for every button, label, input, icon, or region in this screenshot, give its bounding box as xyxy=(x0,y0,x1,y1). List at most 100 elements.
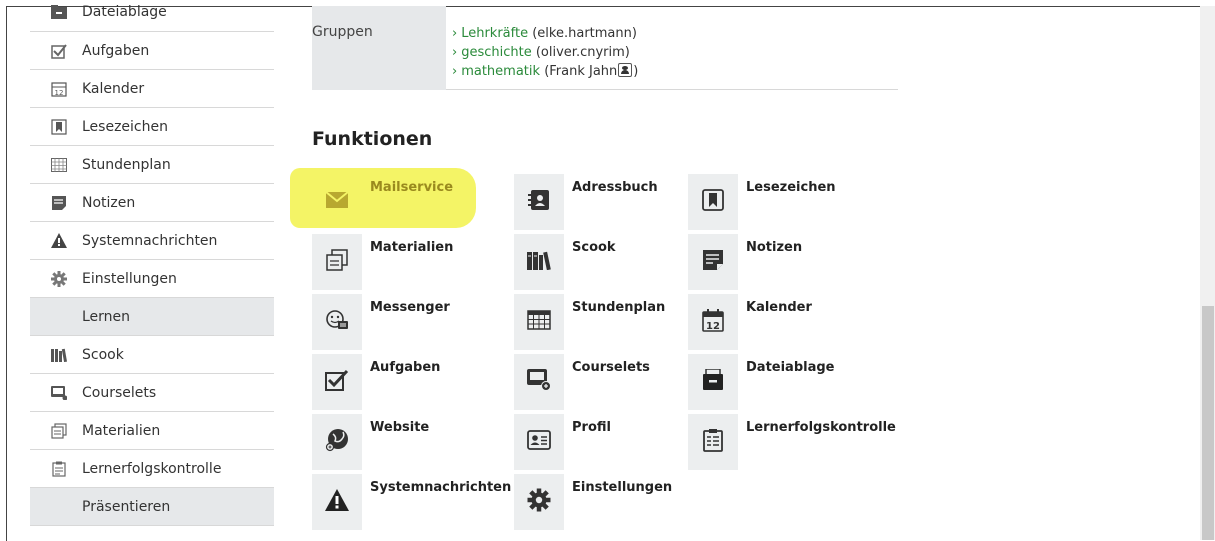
function-kalender[interactable]: 12 Kalender xyxy=(688,294,888,350)
group-entry: › geschichte (oliver.cnyrim) xyxy=(452,43,898,62)
function-label: Scook xyxy=(572,240,616,255)
chevron-right-icon: › xyxy=(452,26,458,41)
function-mailservice[interactable]: Mailservice xyxy=(312,174,512,230)
sidebar-item-aufgaben[interactable]: Aufgaben xyxy=(30,32,274,70)
sidebar-item-label: Dateiablage xyxy=(82,3,167,20)
svg-text:12: 12 xyxy=(706,321,720,332)
function-lernerfolgskontrolle[interactable]: Lernerfolgskontrolle xyxy=(688,414,896,470)
function-icon-box xyxy=(312,414,362,470)
note-icon xyxy=(50,194,68,212)
function-label: Mailservice xyxy=(370,180,454,195)
group-entry: › Lehrkräfte (elke.hartmann) xyxy=(452,24,898,43)
function-label: Profil xyxy=(572,420,611,435)
function-icon-box xyxy=(688,234,738,290)
folder-icon xyxy=(50,3,68,21)
bookmark-icon xyxy=(50,118,68,136)
materials-icon xyxy=(326,249,348,275)
sidebar-item-dateiablage[interactable]: Dateiablage xyxy=(30,0,274,32)
group-owner: (Frank Jahn xyxy=(544,64,618,79)
group-link-lehrkraefte[interactable]: Lehrkräfte xyxy=(461,26,528,41)
function-label: Materialien xyxy=(370,240,454,255)
function-icon-box xyxy=(514,174,564,230)
function-label: Aufgaben xyxy=(370,360,441,375)
function-icon-box xyxy=(514,414,564,470)
messenger-icon xyxy=(325,309,349,335)
function-notizen[interactable]: Notizen xyxy=(688,234,888,290)
sidebar-nav: Dateiablage Aufgaben 12 Kalender Lesezei… xyxy=(30,0,274,526)
groups-panel: Gruppen › Lehrkräfte (elke.hartmann) › ges… xyxy=(312,6,898,90)
group-owner: (elke.hartmann) xyxy=(532,26,637,41)
folder-icon xyxy=(702,368,724,395)
function-label: Adressbuch xyxy=(572,180,658,195)
sidebar-item-courselets[interactable]: Courselets xyxy=(30,374,274,412)
sidebar-section-lernen[interactable]: Lernen xyxy=(30,298,274,336)
sidebar-item-label: Kalender xyxy=(82,80,145,97)
sidebar-item-systemnachrichten[interactable]: Systemnachrichten xyxy=(30,222,274,260)
function-aufgaben[interactable]: Aufgaben xyxy=(312,354,512,410)
function-label: Systemnachrichten xyxy=(370,480,512,495)
sidebar-item-stundenplan[interactable]: Stundenplan xyxy=(30,146,274,184)
sidebar-item-label: Lesezeichen xyxy=(82,118,168,135)
user-card-icon xyxy=(618,63,633,77)
sidebar-item-label: Scook xyxy=(82,346,124,363)
gear-icon xyxy=(50,270,68,288)
function-icon-box xyxy=(514,294,564,350)
sidebar-item-materialien[interactable]: Materialien xyxy=(30,412,274,450)
sidebar-item-label: Stundenplan xyxy=(82,156,171,173)
function-icon-box xyxy=(514,354,564,410)
group-link-geschichte[interactable]: geschichte xyxy=(461,45,532,60)
sidebar-item-lesezeichen[interactable]: Lesezeichen xyxy=(30,108,274,146)
calendar-icon: 12 xyxy=(50,80,68,98)
scrollbar-thumb[interactable] xyxy=(1202,306,1214,540)
function-icon-box xyxy=(312,294,362,350)
function-label: Dateiablage xyxy=(746,360,835,375)
sidebar-section-label: Präsentieren xyxy=(82,498,171,515)
sidebar-item-einstellungen[interactable]: Einstellungen xyxy=(30,260,274,298)
sidebar-item-label: Materialien xyxy=(82,422,161,439)
warning-icon xyxy=(325,489,349,515)
profile-card-icon xyxy=(527,430,551,454)
sidebar-item-notizen[interactable]: Notizen xyxy=(30,184,274,222)
function-label: Kalender xyxy=(746,300,812,315)
function-dateiablage[interactable]: Dateiablage xyxy=(688,354,888,410)
materials-icon xyxy=(50,422,68,440)
sidebar-item-lernerfolgskontrolle[interactable]: Lernerfolgskontrolle xyxy=(30,450,274,488)
sidebar-item-label: Courselets xyxy=(82,384,157,401)
note-icon xyxy=(702,249,724,275)
group-owner-close: ) xyxy=(633,64,639,79)
function-scook[interactable]: Scook xyxy=(514,234,714,290)
checkbox-icon xyxy=(325,369,349,395)
globe-icon xyxy=(325,428,349,456)
sidebar-item-label: Aufgaben xyxy=(82,42,150,59)
function-materialien[interactable]: Materialien xyxy=(312,234,512,290)
checkbox-icon xyxy=(50,42,68,60)
function-messenger[interactable]: Messenger xyxy=(312,294,512,350)
group-link-mathematik[interactable]: mathematik xyxy=(461,64,540,79)
sidebar-item-scook[interactable]: Scook xyxy=(30,336,274,374)
svg-text:12: 12 xyxy=(55,89,64,97)
sidebar-item-label: Systemnachrichten xyxy=(82,232,218,249)
function-website[interactable]: Website xyxy=(312,414,512,470)
function-icon-box xyxy=(312,354,362,410)
books-icon xyxy=(50,346,68,364)
function-label: Messenger xyxy=(370,300,450,315)
books-icon xyxy=(527,250,551,274)
function-courselets[interactable]: Courselets xyxy=(514,354,714,410)
function-label: Stundenplan xyxy=(572,300,666,315)
sidebar-section-praesentieren[interactable]: Präsentieren xyxy=(30,488,274,526)
function-profil[interactable]: Profil xyxy=(514,414,714,470)
mail-icon xyxy=(325,191,349,212)
function-icon-box xyxy=(312,234,362,290)
group-owner: (oliver.cnyrim) xyxy=(535,45,630,60)
function-label: Lesezeichen xyxy=(746,180,836,195)
sidebar-item-label: Lernerfolgskontrolle xyxy=(82,460,222,477)
bookmark-icon xyxy=(702,189,724,215)
function-icon-box xyxy=(688,354,738,410)
function-lesezeichen[interactable]: Lesezeichen xyxy=(688,174,888,230)
function-icon-box xyxy=(514,234,564,290)
sidebar-item-kalender[interactable]: 12 Kalender xyxy=(30,70,274,108)
function-adressbuch[interactable]: Adressbuch xyxy=(514,174,714,230)
function-systemnachrichten[interactable]: Systemnachrichten xyxy=(312,474,512,530)
function-stundenplan[interactable]: Stundenplan xyxy=(514,294,714,350)
function-einstellungen[interactable]: Einstellungen xyxy=(514,474,714,530)
